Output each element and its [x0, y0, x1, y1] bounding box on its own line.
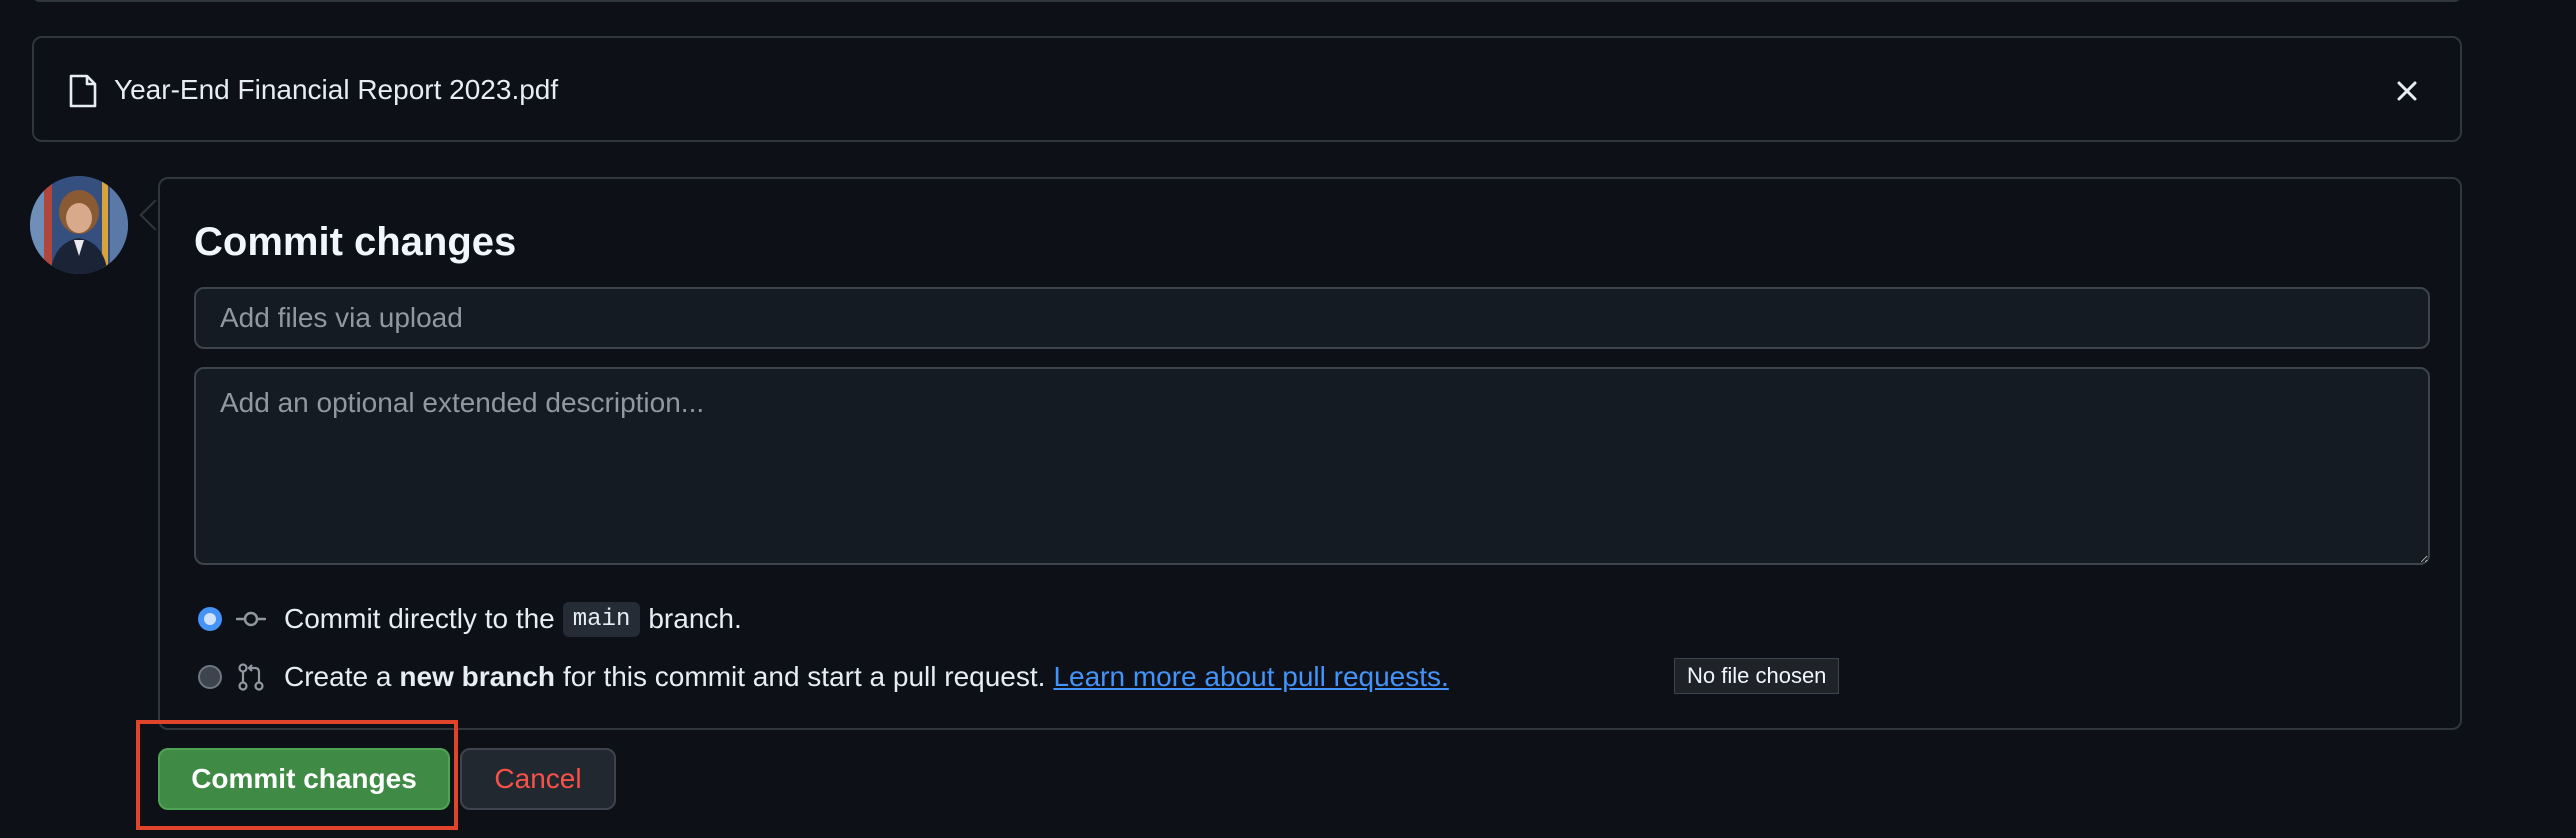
- file-icon: [69, 74, 97, 108]
- avatar[interactable]: [30, 176, 128, 274]
- branch-name-chip: main: [562, 601, 641, 637]
- avatar-image: [30, 176, 128, 274]
- commit-changes-panel: Commit changes Commit directly to the ma…: [158, 177, 2462, 730]
- uploaded-file-item: Year-End Financial Report 2023.pdf: [32, 36, 2462, 142]
- remove-file-button[interactable]: [2390, 74, 2424, 108]
- cancel-button[interactable]: Cancel: [460, 748, 616, 810]
- git-pull-request-icon: [238, 663, 264, 691]
- file-input-status[interactable]: No file chosen: [1674, 658, 1840, 694]
- commit-description-textarea[interactable]: [194, 367, 2430, 565]
- commit-changes-button[interactable]: Commit changes: [158, 748, 450, 810]
- new-branch-bold: new branch: [399, 661, 555, 692]
- new-branch-prefix: Create a: [284, 661, 392, 692]
- new-branch-option[interactable]: Create a new branch for this commit and …: [198, 657, 1449, 697]
- git-commit-icon: [236, 611, 266, 627]
- previous-section-edge: [32, 0, 2462, 2]
- file-name: Year-End Financial Report 2023.pdf: [114, 74, 559, 105]
- learn-more-pull-requests-link[interactable]: Learn more about pull requests.: [1053, 661, 1448, 693]
- new-branch-suffix: for this commit and start a pull request…: [563, 661, 1046, 692]
- new-branch-radio[interactable]: [198, 665, 222, 689]
- commit-title: Commit changes: [194, 220, 517, 264]
- close-icon: [2397, 81, 2417, 101]
- commit-direct-prefix: Commit directly to the: [284, 603, 555, 634]
- commit-direct-radio[interactable]: [198, 607, 222, 631]
- commit-direct-option[interactable]: Commit directly to the main branch.: [198, 599, 742, 639]
- commit-summary-input[interactable]: [194, 287, 2430, 349]
- commit-direct-suffix: branch.: [648, 603, 742, 634]
